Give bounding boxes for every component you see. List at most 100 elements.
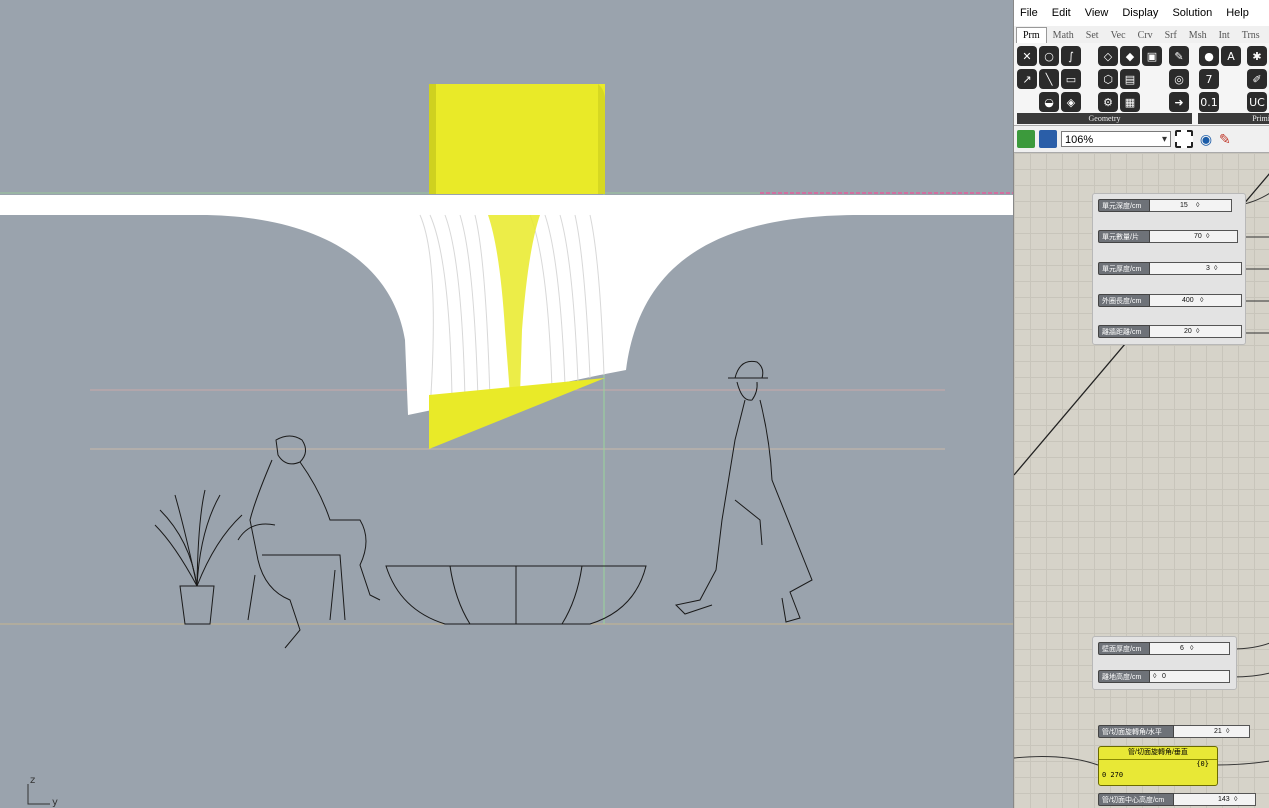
slider-track[interactable]: 3 ◊ xyxy=(1150,262,1242,275)
surface-param-icon[interactable]: ◇ xyxy=(1098,46,1118,66)
tab-msh[interactable]: Msh xyxy=(1183,28,1213,43)
boolean-icon[interactable]: ● xyxy=(1199,46,1219,66)
slider-outer-length[interactable]: 外圈長度/cm 400 ◊ xyxy=(1098,294,1242,307)
walking-person-outline xyxy=(674,360,813,623)
slider-track[interactable]: 143 ◊ xyxy=(1174,793,1256,806)
slider-label: 管/切面旋轉角/水平 xyxy=(1098,725,1174,738)
slider-unit-thickness[interactable]: 單元厚度/cm 3 ◊ xyxy=(1098,262,1242,275)
slider-track[interactable]: 6 ◊ xyxy=(1150,642,1230,655)
grasshopper-canvas[interactable]: 單元深度/cm 15 ◊ 單元數量/片 70 ◊ 單元厚度/cm 3 ◊ 外圈長度/c… xyxy=(1014,153,1269,808)
point-param-icon[interactable]: ✕ xyxy=(1017,46,1037,66)
slider-wall-distance[interactable]: 離牆距離/cm 20 ◊ xyxy=(1098,325,1242,338)
curve-param-icon[interactable]: ∫ xyxy=(1061,46,1081,66)
menu-display[interactable]: Display xyxy=(1122,7,1158,19)
slider-value: 3 xyxy=(1206,265,1210,272)
slider-rotation-horizontal[interactable]: 管/切面旋轉角/水平 21 ◊ xyxy=(1098,725,1250,738)
slider-track[interactable]: 20 ◊ xyxy=(1150,325,1242,338)
arrow-param-icon[interactable]: ➜ xyxy=(1169,92,1189,112)
primitive-group: ● A 7 0.1 xyxy=(1199,46,1242,114)
zoom-extents-icon[interactable] xyxy=(1175,130,1193,148)
slider-ground-height[interactable]: 離地高度/cm ◊ 0 xyxy=(1098,670,1230,683)
slider-value: 0 xyxy=(1162,673,1166,680)
value-list-rotation-vertical[interactable]: 管/切面旋轉角/垂直 {0} 0 270 xyxy=(1098,746,1218,786)
geometry-cache-icon[interactable]: ⚙ xyxy=(1098,92,1118,112)
menu-help[interactable]: Help xyxy=(1226,7,1249,19)
slider-label: 外圈長度/cm xyxy=(1098,294,1150,307)
slider-wall-thickness[interactable]: 壁面厚度/cm 6 ◊ xyxy=(1098,642,1230,655)
tab-trns[interactable]: Trns xyxy=(1236,28,1266,43)
domain-param-icon[interactable]: 0.1 xyxy=(1199,92,1219,112)
tab-crv[interactable]: Crv xyxy=(1132,28,1159,43)
slider-track[interactable]: 15 ◊ xyxy=(1150,199,1232,212)
plane-param-icon[interactable]: ▭ xyxy=(1061,69,1081,89)
data-param-icon[interactable]: ✎ xyxy=(1169,46,1189,66)
tab-srf[interactable]: Srf xyxy=(1159,28,1183,43)
tab-math[interactable]: Math xyxy=(1047,28,1080,43)
slider-track[interactable]: 70 ◊ xyxy=(1150,230,1238,243)
slider-label: 管/切面中心高度/cm xyxy=(1098,793,1174,806)
params-group-2: ◇ ◆ ▣ ⬡ ▤ ⚙ ▦ xyxy=(1098,46,1163,114)
tab-int[interactable]: Int xyxy=(1213,28,1236,43)
component-tabs: Prm Math Set Vec Crv Srf Msh Int Trns D xyxy=(1014,26,1269,43)
params-group-3: ✎ ◎ ➜ xyxy=(1169,46,1190,114)
slider-track[interactable]: ◊ 0 xyxy=(1150,670,1230,683)
line-param-icon[interactable]: ╲ xyxy=(1039,69,1059,89)
params-group-1: ✕ ○ ∫ ↗ ╲ ▭ ◒ ◈ xyxy=(1017,46,1082,114)
menu-file[interactable]: File xyxy=(1020,7,1038,19)
tab-set[interactable]: Set xyxy=(1080,28,1105,43)
tab-vec[interactable]: Vec xyxy=(1105,28,1132,43)
slider-label: 單元深度/cm xyxy=(1098,199,1150,212)
brep-param-icon[interactable]: ◒ xyxy=(1039,92,1059,112)
cylinder-edge-right xyxy=(598,84,605,194)
value-list-title: 管/切面旋轉角/垂直 xyxy=(1099,747,1217,760)
zoom-select[interactable]: 106% xyxy=(1061,131,1171,148)
twisted-box-icon[interactable]: ▤ xyxy=(1120,69,1140,89)
axis-gizmo xyxy=(27,784,50,805)
zoom-value: 106% xyxy=(1065,134,1094,146)
slider-value: 21 xyxy=(1214,728,1222,735)
circle-param-icon[interactable]: ○ xyxy=(1039,46,1059,66)
geometry-group-label: Geometry xyxy=(1017,113,1192,124)
menu-edit[interactable]: Edit xyxy=(1052,7,1071,19)
canvas-toolbar: 106% ◉ ✎ xyxy=(1014,126,1269,153)
slider-value: 70 xyxy=(1194,233,1202,240)
save-file-icon[interactable] xyxy=(1039,130,1057,148)
primitive-group-2: ✱ ✐ UC xyxy=(1247,46,1268,114)
slider-track[interactable]: 21 ◊ xyxy=(1174,725,1250,738)
open-file-icon[interactable] xyxy=(1017,130,1035,148)
slider-unit-depth[interactable]: 單元深度/cm 15 ◊ xyxy=(1098,199,1232,212)
preview-eye-icon[interactable]: ◉ xyxy=(1197,130,1215,148)
slider-value: 20 xyxy=(1184,328,1192,335)
mesh-param-icon[interactable]: ◆ xyxy=(1120,46,1140,66)
primitive-group-label: Primi xyxy=(1198,113,1269,124)
field-param-icon[interactable]: ▣ xyxy=(1142,46,1162,66)
yellow-cylinder[interactable] xyxy=(429,84,605,194)
tools-icon[interactable]: ✱ xyxy=(1247,46,1267,66)
rhino-viewport[interactable]: z y xyxy=(0,0,1013,808)
text-param-icon[interactable]: A xyxy=(1221,46,1241,66)
spiral-param-icon[interactable]: ◎ xyxy=(1169,69,1189,89)
box-param-icon[interactable]: ⬡ xyxy=(1098,69,1118,89)
slider-track[interactable]: 400 ◊ xyxy=(1150,294,1242,307)
slider-value: 400 xyxy=(1182,297,1194,304)
slider-label: 單元數量/片 xyxy=(1098,230,1150,243)
menu-solution[interactable]: Solution xyxy=(1172,7,1212,19)
slider-label: 單元厚度/cm xyxy=(1098,262,1150,275)
menu-bar: File Edit View Display Solution Help xyxy=(1014,0,1269,26)
slider-center-height[interactable]: 管/切面中心高度/cm 143 ◊ xyxy=(1098,793,1256,806)
integer-param-icon[interactable]: 7 xyxy=(1199,69,1219,89)
group-param-icon[interactable]: ◈ xyxy=(1061,92,1081,112)
slider-value: 143 xyxy=(1218,796,1230,803)
grasshopper-window: File Edit View Display Solution Help Prm… xyxy=(1013,0,1269,808)
menu-view[interactable]: View xyxy=(1085,7,1109,19)
uc-icon[interactable]: UC xyxy=(1247,92,1267,112)
tab-prm[interactable]: Prm xyxy=(1016,27,1047,43)
slider-unit-count[interactable]: 單元數量/片 70 ◊ xyxy=(1098,230,1238,243)
pen-icon[interactable]: ✐ xyxy=(1247,69,1267,89)
slider-value: 6 xyxy=(1180,645,1184,652)
vector-param-icon[interactable]: ↗ xyxy=(1017,69,1037,89)
plant-outline xyxy=(154,489,243,625)
geometry-pipeline-icon[interactable]: ▦ xyxy=(1120,92,1140,112)
sketch-pen-icon[interactable]: ✎ xyxy=(1219,130,1237,148)
value-list-item[interactable]: 0 270 xyxy=(1102,771,1123,779)
